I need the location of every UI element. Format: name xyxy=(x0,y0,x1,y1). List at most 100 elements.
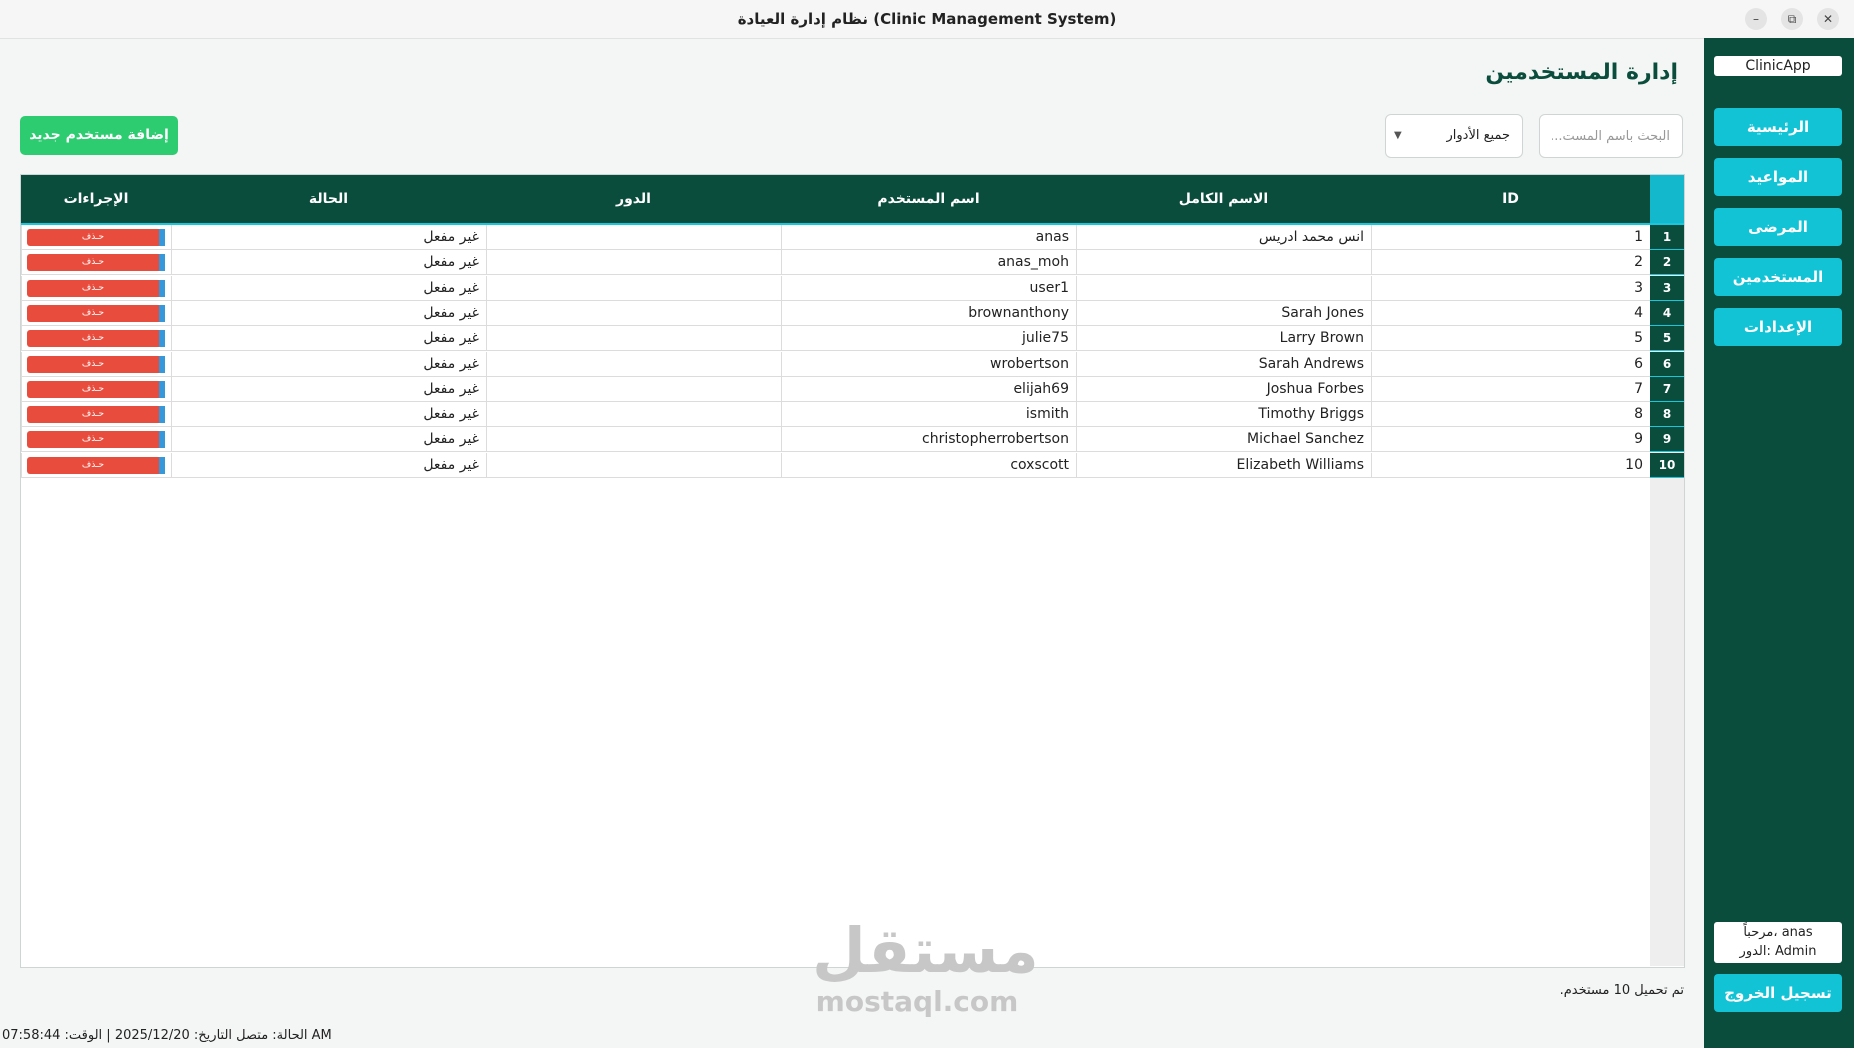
delete-user-button[interactable]: حـذف xyxy=(27,304,159,322)
cell-id: 10 xyxy=(1371,452,1650,478)
row-number[interactable]: 4 xyxy=(1650,300,1684,326)
column-header-username[interactable]: اسم المستخدم xyxy=(781,175,1076,223)
delete-user-button[interactable]: حـذف xyxy=(27,431,159,449)
cell-full-name xyxy=(1076,250,1371,276)
minimize-button[interactable]: – xyxy=(1745,8,1767,30)
column-header-id[interactable]: ID xyxy=(1371,175,1650,223)
cell-status: غير مفعل xyxy=(171,275,486,301)
cell-status: غير مفعل xyxy=(171,452,486,478)
delete-user-button[interactable]: حـذف xyxy=(27,355,159,373)
cell-username: anas_moh xyxy=(781,250,1076,276)
table-header: ID الاسم الكامل اسم المستخدم الدور الحال… xyxy=(21,175,1684,225)
edit-user-button[interactable] xyxy=(159,254,165,272)
row-actions: حـذف xyxy=(27,406,165,424)
table-row[interactable]: 10 Elizabeth Williams coxscott غير مفعل حـذف… xyxy=(21,452,1684,483)
row-actions: حـذف xyxy=(27,254,165,272)
maximize-button[interactable]: ⧉ xyxy=(1781,8,1803,30)
watermark-arabic: مستقل xyxy=(812,914,1039,987)
edit-user-button[interactable] xyxy=(159,406,165,424)
sidebar-item-home[interactable]: الرئيسية xyxy=(1714,108,1842,146)
column-header-role[interactable]: الدور xyxy=(486,175,781,223)
cell-username: ismith xyxy=(781,402,1076,428)
edit-user-button[interactable] xyxy=(159,431,165,449)
cell-id: 5 xyxy=(1371,326,1650,352)
row-number[interactable]: 8 xyxy=(1650,402,1684,428)
cell-full-name: Timothy Briggs xyxy=(1076,402,1371,428)
window-title: نظام إدارة العيادة (Clinic Management Sy… xyxy=(737,10,1117,28)
sidebar-item-patients[interactable]: المرضى xyxy=(1714,208,1842,246)
cell-actions: حـذف xyxy=(21,402,171,428)
cell-role xyxy=(486,275,781,301)
cell-full-name: انس محمد ادريس xyxy=(1076,225,1371,250)
cell-full-name: Joshua Forbes xyxy=(1076,376,1371,402)
cell-id: 1 xyxy=(1371,225,1650,250)
edit-user-button[interactable] xyxy=(159,229,165,246)
edit-user-button[interactable] xyxy=(159,279,165,297)
cell-role xyxy=(486,402,781,428)
edit-user-button[interactable] xyxy=(159,355,165,373)
cell-status: غير مفعل xyxy=(171,250,486,276)
row-number[interactable]: 2 xyxy=(1650,250,1684,276)
status-text: الحالة: متصل التاريخ: 2025/12/20 | الوقت… xyxy=(2,1028,332,1043)
table-corner xyxy=(1650,175,1684,223)
cell-username: user1 xyxy=(781,275,1076,301)
delete-user-button[interactable]: حـذف xyxy=(27,254,159,272)
sidebar-item-settings[interactable]: الإعدادات xyxy=(1714,308,1842,346)
edit-user-button[interactable] xyxy=(159,380,165,398)
cell-role xyxy=(486,452,781,478)
edit-user-button[interactable] xyxy=(159,304,165,322)
row-number[interactable]: 5 xyxy=(1650,326,1684,352)
row-number[interactable]: 3 xyxy=(1650,275,1684,301)
cell-full-name: Sarah Jones xyxy=(1076,300,1371,326)
cell-full-name: Sarah Andrews xyxy=(1076,351,1371,377)
cell-status: غير مفعل xyxy=(171,326,486,352)
row-actions: حـذف xyxy=(27,304,165,322)
column-header-status[interactable]: الحالة xyxy=(171,175,486,223)
cell-full-name: Elizabeth Williams xyxy=(1076,452,1371,478)
row-number[interactable]: 7 xyxy=(1650,376,1684,402)
delete-user-button[interactable]: حـذف xyxy=(27,279,159,297)
cell-username: anas xyxy=(781,225,1076,250)
column-header-full-name[interactable]: الاسم الكامل xyxy=(1076,175,1371,223)
cell-username: coxscott xyxy=(781,452,1076,478)
row-actions: حـذف xyxy=(27,229,165,246)
cell-id: 6 xyxy=(1371,351,1650,377)
role-filter-select[interactable]: جميع الأدوار ▼ xyxy=(1385,114,1523,158)
edit-user-button[interactable] xyxy=(159,330,165,348)
search-input[interactable] xyxy=(1539,114,1683,158)
row-number[interactable]: 1 xyxy=(1650,225,1684,250)
delete-user-button[interactable]: حـذف xyxy=(27,380,159,398)
cell-status: غير مفعل xyxy=(171,402,486,428)
delete-user-button[interactable]: حـذف xyxy=(27,330,159,348)
delete-user-button[interactable]: حـذف xyxy=(27,406,159,424)
cell-full-name: Michael Sanchez xyxy=(1076,427,1371,453)
row-actions: حـذف xyxy=(27,456,165,474)
status-bar: الحالة: متصل التاريخ: 2025/12/20 | الوقت… xyxy=(0,1024,1704,1048)
logout-button[interactable]: تسجيل الخروج xyxy=(1714,974,1842,1012)
cell-id: 2 xyxy=(1371,250,1650,276)
cell-actions: حـذف xyxy=(21,250,171,276)
edit-user-button[interactable] xyxy=(159,456,165,474)
sidebar-item-users[interactable]: المستخدمين xyxy=(1714,258,1842,296)
watermark-logo: مستقل mostaql.com xyxy=(812,914,1039,1018)
cell-id: 3 xyxy=(1371,275,1650,301)
close-button[interactable]: ✕ xyxy=(1817,8,1839,30)
add-user-button[interactable]: إضافة مستخدم جديد xyxy=(20,116,178,155)
sidebar-item-appointments[interactable]: المواعيد xyxy=(1714,158,1842,196)
cell-username: wrobertson xyxy=(781,351,1076,377)
row-actions: حـذف xyxy=(27,330,165,348)
column-header-actions[interactable]: الإجراءات xyxy=(21,175,171,223)
row-number[interactable]: 6 xyxy=(1650,351,1684,377)
row-actions: حـذف xyxy=(27,431,165,449)
cell-actions: حـذف xyxy=(21,376,171,402)
chevron-down-icon: ▼ xyxy=(1394,130,1402,141)
cell-id: 4 xyxy=(1371,300,1650,326)
cell-username: christopherrobertson xyxy=(781,427,1076,453)
delete-user-button[interactable]: حـذف xyxy=(27,229,159,246)
cell-id: 7 xyxy=(1371,376,1650,402)
row-actions: حـذف xyxy=(27,355,165,373)
cell-status: غير مفعل xyxy=(171,376,486,402)
row-number[interactable]: 10 xyxy=(1650,452,1684,478)
delete-user-button[interactable]: حـذف xyxy=(27,456,159,474)
row-number[interactable]: 9 xyxy=(1650,427,1684,453)
